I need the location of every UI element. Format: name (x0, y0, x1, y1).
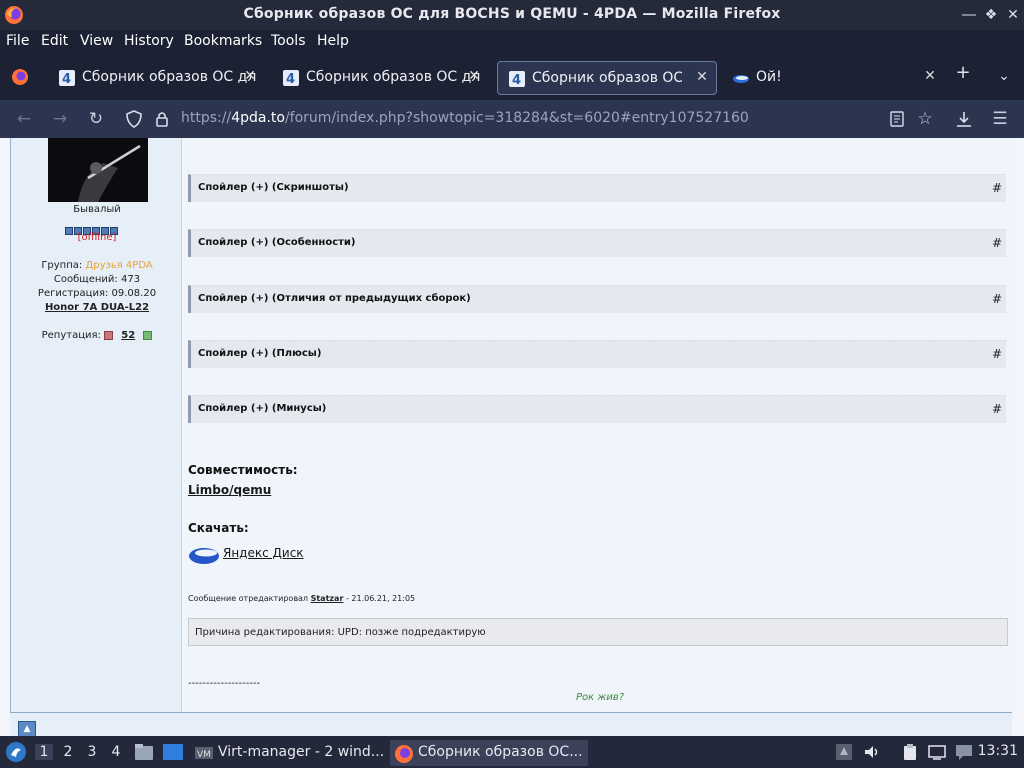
edited-note: Сообщение отредактировал Statzar - 21.06… (188, 594, 416, 603)
spoiler-features[interactable]: Спойлер (+) (Особенности) # (188, 229, 1006, 257)
yandex-disk-icon (733, 75, 749, 83)
svg-text:4: 4 (62, 72, 71, 87)
post-body: Спойлер (+) (Скриншоты) # Спойлер (+) (Ос… (184, 138, 1012, 712)
tab-label: Сборник образов ОС дл (82, 69, 257, 85)
reload-icon[interactable]: ↻ (85, 108, 107, 130)
tab-close-icon[interactable]: ✕ (242, 68, 258, 84)
firefox-icon (395, 745, 413, 763)
tab-label: Сборник образов ОС дл (532, 70, 682, 86)
firefox-view-icon[interactable] (10, 67, 30, 87)
user-reputation: Репутация: 52 (11, 330, 183, 341)
user-group: Группа: Друзья 4PDA (41, 260, 153, 271)
reputation-value[interactable]: 52 (121, 330, 135, 341)
new-tab-icon[interactable]: + (951, 62, 975, 90)
start-menu-icon[interactable] (5, 741, 27, 763)
back-icon[interactable]: ← (13, 108, 35, 130)
editor-link[interactable]: Statzar (311, 594, 344, 603)
virt-manager-icon: VM (195, 747, 213, 760)
user-rank: Бывалый (73, 204, 121, 215)
display-icon[interactable] (928, 743, 946, 761)
menu-help[interactable]: Help (317, 33, 349, 49)
svg-text:VM: VM (197, 750, 211, 760)
download-heading: Скачать: (188, 521, 249, 535)
post-author-panel: Бывалый [offline] Группа: Друзья 4PDA Со… (10, 138, 182, 712)
4pda-icon: 4 (59, 70, 75, 87)
edit-reason-box: Причина редактирования: UPD: позже подре… (188, 618, 1008, 646)
signature-separator: -------------------- (188, 678, 261, 689)
network-icon[interactable] (835, 743, 853, 761)
download-icon[interactable] (955, 110, 973, 128)
task-virt-manager[interactable]: VM Virt-manager - 2 wind... (190, 740, 386, 766)
post-footer: ▲ (10, 712, 1012, 736)
svg-text:4: 4 (286, 72, 295, 87)
tab-list-icon[interactable]: ⌄ (992, 68, 1016, 96)
clipboard-icon[interactable] (901, 743, 919, 761)
spoiler-pros[interactable]: Спойлер (+) (Плюсы) # (188, 340, 1006, 368)
tab-close-icon[interactable]: ✕ (466, 68, 482, 84)
tab-close-icon[interactable]: ✕ (694, 69, 710, 85)
window-titlebar: Сборник образов ОС для BOCHS и QEMU - 4P… (0, 0, 1024, 30)
menu-edit[interactable]: Edit (41, 33, 68, 49)
forward-icon[interactable]: → (49, 108, 71, 130)
lock-icon[interactable] (155, 110, 169, 128)
reputation-minus-icon[interactable] (104, 330, 114, 340)
tab-3[interactable]: 4 Сборник образов ОС дл ✕ (497, 61, 717, 95)
workspace-2[interactable]: 2 (59, 744, 77, 760)
spoiler-differences[interactable]: Спойлер (+) (Отличия от предыдущих сборо… (188, 285, 1006, 313)
chat-icon[interactable] (955, 743, 973, 761)
web-page: Бывалый [offline] Группа: Друзья 4PDA Со… (0, 138, 1024, 736)
4pda-icon: 4 (283, 70, 299, 87)
tab-4[interactable]: Ой! ✕ (722, 61, 944, 95)
yandex-disk-icon (189, 548, 219, 564)
tab-2[interactable]: 4 Сборник образов ОС дл ✕ (272, 61, 488, 95)
user-status: [offline] (77, 232, 117, 243)
maximize-icon[interactable]: ❖ (980, 4, 1002, 26)
menu-history[interactable]: History (124, 33, 174, 49)
taskbar: 1 2 3 4 VM Virt-manager - 2 wind... Сбор… (0, 736, 1024, 768)
close-icon[interactable]: ✕ (1002, 4, 1024, 26)
menu-bar: File Edit View History Bookmarks Tools H… (0, 30, 1024, 54)
signature-text: Рок жив? (576, 692, 625, 703)
minimize-icon[interactable]: ― (958, 4, 980, 26)
avatar (48, 138, 148, 202)
spoiler-cons[interactable]: Спойлер (+) (Минусы) # (188, 395, 1006, 423)
rank-pips (65, 220, 119, 235)
tab-close-icon[interactable]: ✕ (922, 68, 938, 84)
workspace-4[interactable]: 4 (107, 744, 125, 760)
menu-file[interactable]: File (6, 33, 29, 49)
menu-view[interactable]: View (80, 33, 113, 49)
scroll-up-button[interactable]: ▲ (18, 721, 36, 736)
shield-icon[interactable] (126, 110, 142, 128)
file-manager-icon[interactable] (134, 742, 154, 762)
yandex-disk-link[interactable]: Яндекс Диск (223, 546, 304, 560)
spoiler-screenshots[interactable]: Спойлер (+) (Скриншоты) # (188, 174, 1006, 202)
workspace-3[interactable]: 3 (83, 744, 101, 760)
task-firefox[interactable]: Сборник образов ОС... (390, 740, 588, 766)
user-device-link[interactable]: Honor 7A DUA-L22 (11, 302, 183, 313)
svg-text:4: 4 (512, 73, 521, 88)
tab-label: Ой! (756, 69, 782, 85)
window-title: Сборник образов ОС для BOCHS и QEMU - 4P… (243, 6, 781, 22)
hamburger-menu-icon[interactable]: ☰ (989, 108, 1011, 130)
reader-view-icon[interactable] (889, 111, 905, 127)
user-registered: Регистрация: 09.08.20 (37, 288, 157, 299)
compat-heading: Совместимость: (188, 463, 298, 477)
tab-1[interactable]: 4 Сборник образов ОС дл ✕ (48, 61, 264, 95)
volume-icon[interactable] (863, 743, 881, 761)
user-posts: Сообщений: 473 (53, 274, 141, 285)
show-desktop-icon[interactable] (162, 742, 184, 762)
url-bar[interactable]: https://4pda.to/forum/index.php?showtopi… (181, 110, 749, 126)
clock: 13:31 (977, 743, 1018, 759)
4pda-icon: 4 (509, 71, 525, 88)
bookmark-star-icon[interactable]: ☆ (914, 108, 936, 130)
reputation-plus-icon[interactable] (143, 330, 153, 340)
tab-strip: 4 Сборник образов ОС дл ✕ 4 Сборник обра… (0, 54, 1024, 100)
menu-bookmarks[interactable]: Bookmarks (184, 33, 262, 49)
compat-link[interactable]: Limbo/qemu (188, 483, 271, 497)
workspace-1[interactable]: 1 (35, 744, 53, 760)
menu-tools[interactable]: Tools (271, 33, 306, 49)
tab-label: Сборник образов ОС дл (306, 69, 481, 85)
navigation-bar: ← → ↻ https://4pda.to/forum/index.php?sh… (0, 100, 1024, 138)
